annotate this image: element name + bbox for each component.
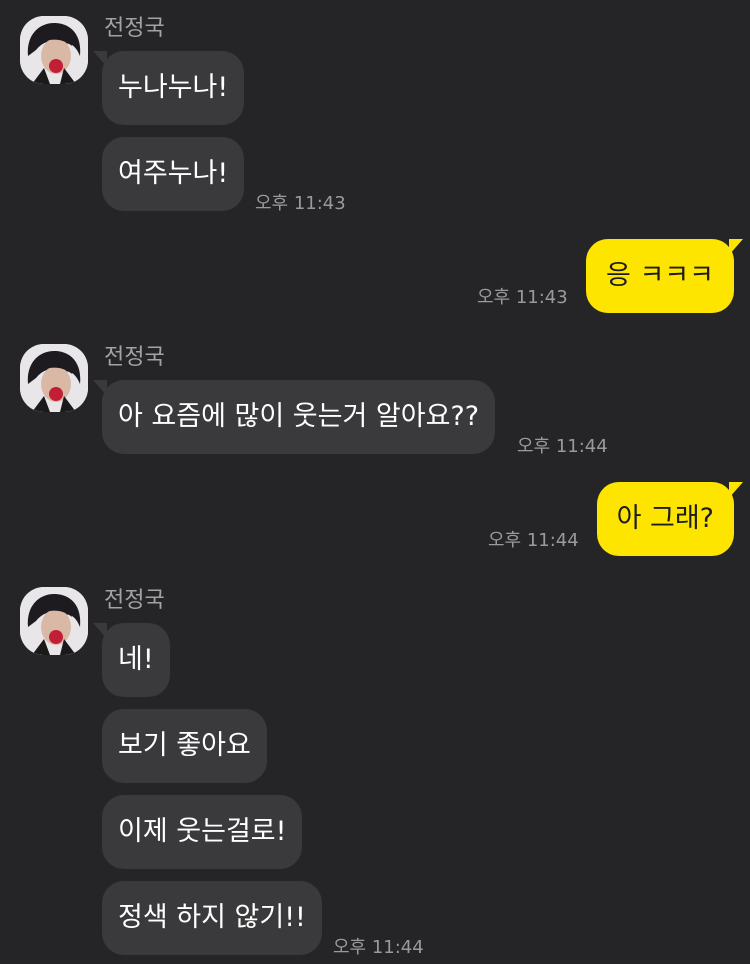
message-bubble[interactable]: 누나누나!: [92, 51, 245, 125]
sender-name: 전정국: [104, 588, 165, 613]
message-bubble[interactable]: 보기 좋아요: [102, 709, 267, 783]
avatar-icon: [20, 587, 88, 655]
avatar-icon: [20, 16, 88, 84]
message-timestamp: 오후 11:43: [477, 287, 568, 308]
message-timestamp: 오후 11:44: [488, 530, 579, 551]
sender-name: 전정국: [104, 16, 165, 41]
sender-avatar[interactable]: [20, 587, 88, 655]
message-bubble[interactable]: 아 요즘에 많이 웃는거 알아요??: [92, 380, 496, 454]
message-bubble[interactable]: 여주누나!: [102, 137, 245, 211]
message-bubble[interactable]: 정색 하지 않기!!: [102, 881, 322, 955]
sender-avatar[interactable]: [20, 344, 88, 412]
message-bubble-outgoing[interactable]: 응 ㅋㅋㅋ: [586, 239, 743, 313]
message-timestamp: 오후 11:44: [333, 937, 424, 958]
sender-avatar[interactable]: [20, 16, 88, 84]
message-timestamp: 오후 11:43: [255, 193, 346, 214]
sender-name: 전정국: [104, 345, 165, 370]
message-bubble[interactable]: 이제 웃는걸로!: [102, 795, 303, 869]
message-timestamp: 오후 11:44: [517, 436, 608, 457]
message-bubble[interactable]: 네!: [93, 623, 170, 697]
avatar-icon: [20, 344, 88, 412]
message-bubble-outgoing[interactable]: 아 그래?: [596, 482, 744, 556]
